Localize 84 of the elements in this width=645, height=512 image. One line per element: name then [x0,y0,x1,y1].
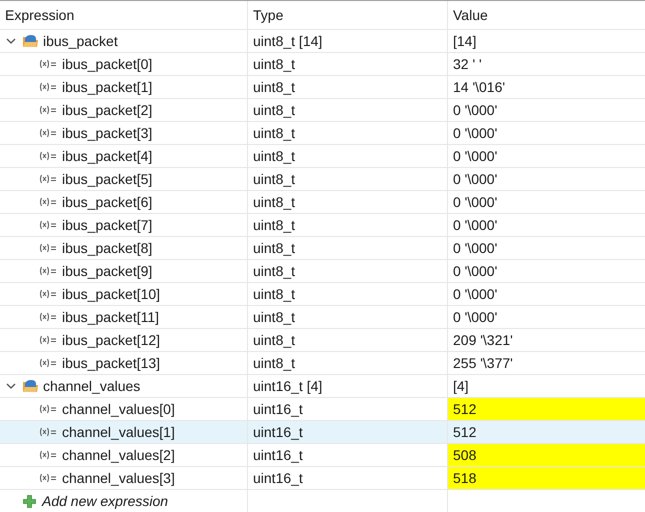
tree-row[interactable]: ibus_packet[1] uint8_t 14 '\016' [0,76,645,99]
folder-icon [22,34,39,48]
type-cell: uint8_t [248,329,448,351]
expression-name: ibus_packet[5] [62,172,152,186]
tree-row[interactable]: ibus_packet[7] uint8_t 0 '\000' [0,214,645,237]
value-cell: 518 [448,467,645,489]
value-cell-text: 255 '\377' [452,354,514,372]
chevron-down-icon[interactable] [6,36,16,46]
value-cell-text: 0 '\000' [452,146,498,166]
expression-name: ibus_packet[2] [62,103,152,117]
tree-row[interactable]: ibus_packet[4] uint8_t 0 '\000' [0,145,645,168]
expression-name: ibus_packet[1] [62,80,152,94]
column-header[interactable]: Value [448,1,645,29]
expression-name: ibus_packet[4] [62,149,152,163]
value-cell-text: [4] [452,376,470,396]
value-cell: 512 [448,398,645,420]
type-cell: uint16_t [248,421,448,443]
expression-name: ibus_packet[9] [62,264,152,278]
value-cell-text: 32 ' ' [452,54,483,74]
type-cell: uint8_t [248,145,448,167]
value-cell-text: 512 [452,422,478,442]
type-cell: uint8_t [248,306,448,328]
expression-name: channel_values[0] [62,402,175,416]
tree-row[interactable]: ibus_packet[3] uint8_t 0 '\000' [0,122,645,145]
type-cell: uint8_t [14] [248,30,448,52]
value-cell-text: 0 '\000' [452,284,498,304]
expression-name: ibus_packet [43,34,118,48]
add-icon[interactable] [23,494,36,508]
type-cell: uint8_t [248,214,448,236]
tree-row[interactable]: ibus_packet[0] uint8_t 32 ' ' [0,53,645,76]
tree-row[interactable]: channel_values[1] uint16_t 512 [0,421,645,444]
tree-row[interactable]: ibus_packet[13] uint8_t 255 '\377' [0,352,645,375]
expression-name: ibus_packet[10] [62,287,160,301]
expression-name: channel_values [43,379,140,393]
type-cell: uint8_t [248,191,448,213]
add-expression-link[interactable]: Add new expression [42,494,168,508]
value-cell-text: 209 '\321' [452,330,514,350]
value-cell-text: [14] [452,32,478,51]
column-header[interactable]: Expression [0,1,248,29]
folder-icon [22,379,39,393]
tree-row[interactable]: channel_values[3] uint16_t 518 [0,467,645,490]
expression-name: ibus_packet[3] [62,126,152,140]
value-cell-text: 0 '\000' [452,124,498,142]
tree-row[interactable]: ibus_packet[5] uint8_t 0 '\000' [0,168,645,191]
expression-name: ibus_packet[0] [62,57,152,71]
tree-row[interactable]: channel_values[2] uint16_t 508 [0,444,645,467]
expression-name: ibus_packet[8] [62,241,152,255]
type-cell: uint8_t [248,168,448,190]
tree-row[interactable]: ibus_packet[8] uint8_t 0 '\000' [0,237,645,260]
expression-name: channel_values[3] [62,471,175,485]
value-cell-text: 0 '\000' [452,192,498,212]
value-cell-text: 14 '\016' [452,78,506,96]
tree-row[interactable]: ibus_packet[2] uint8_t 0 '\000' [0,99,645,122]
tree-row[interactable]: ibus_packet[10] uint8_t 0 '\000' [0,283,645,306]
type-cell: uint8_t [248,122,448,144]
expression-name: channel_values[2] [62,448,175,462]
tree-row[interactable]: ibus_packet[6] uint8_t 0 '\000' [0,191,645,214]
value-cell-text: 0 '\000' [452,216,498,234]
type-cell: uint8_t [248,283,448,305]
expression-name: ibus_packet[12] [62,333,160,347]
type-cell: uint8_t [248,237,448,259]
expression-name: channel_values[1] [62,425,175,439]
column-header[interactable]: Type [248,1,448,29]
value-cell-text: 0 '\000' [452,262,498,280]
expression-name: ibus_packet[11] [62,310,160,324]
tree-row[interactable]: ibus_packet[9] uint8_t 0 '\000' [0,260,645,283]
expression-name: ibus_packet[13] [62,356,160,370]
tree-row[interactable]: ibus_packet[12] uint8_t 209 '\321' [0,329,645,352]
value-cell-text: 0 '\000' [452,308,498,326]
value-cell-text: 0 '\000' [452,238,498,258]
expression-name: ibus_packet[7] [62,218,152,232]
type-cell: uint8_t [248,99,448,121]
type-cell: uint8_t [248,352,448,374]
value-cell-text: 0 '\000' [452,100,498,120]
expression-name: ibus_packet[6] [62,195,152,209]
value-cell-text: 0 '\000' [452,170,498,188]
type-cell: uint8_t [248,76,448,98]
type-cell: uint8_t [248,53,448,75]
tree-row[interactable]: ibus_packet[11] uint8_t 0 '\000' [0,306,645,329]
type-cell: uint8_t [248,260,448,282]
tree-row[interactable]: ibus_packet uint8_t [14] [14] [0,30,645,53]
value-cell: 508 [448,444,645,466]
type-cell: uint16_t [4] [248,375,448,397]
chevron-down-icon[interactable] [6,381,16,391]
